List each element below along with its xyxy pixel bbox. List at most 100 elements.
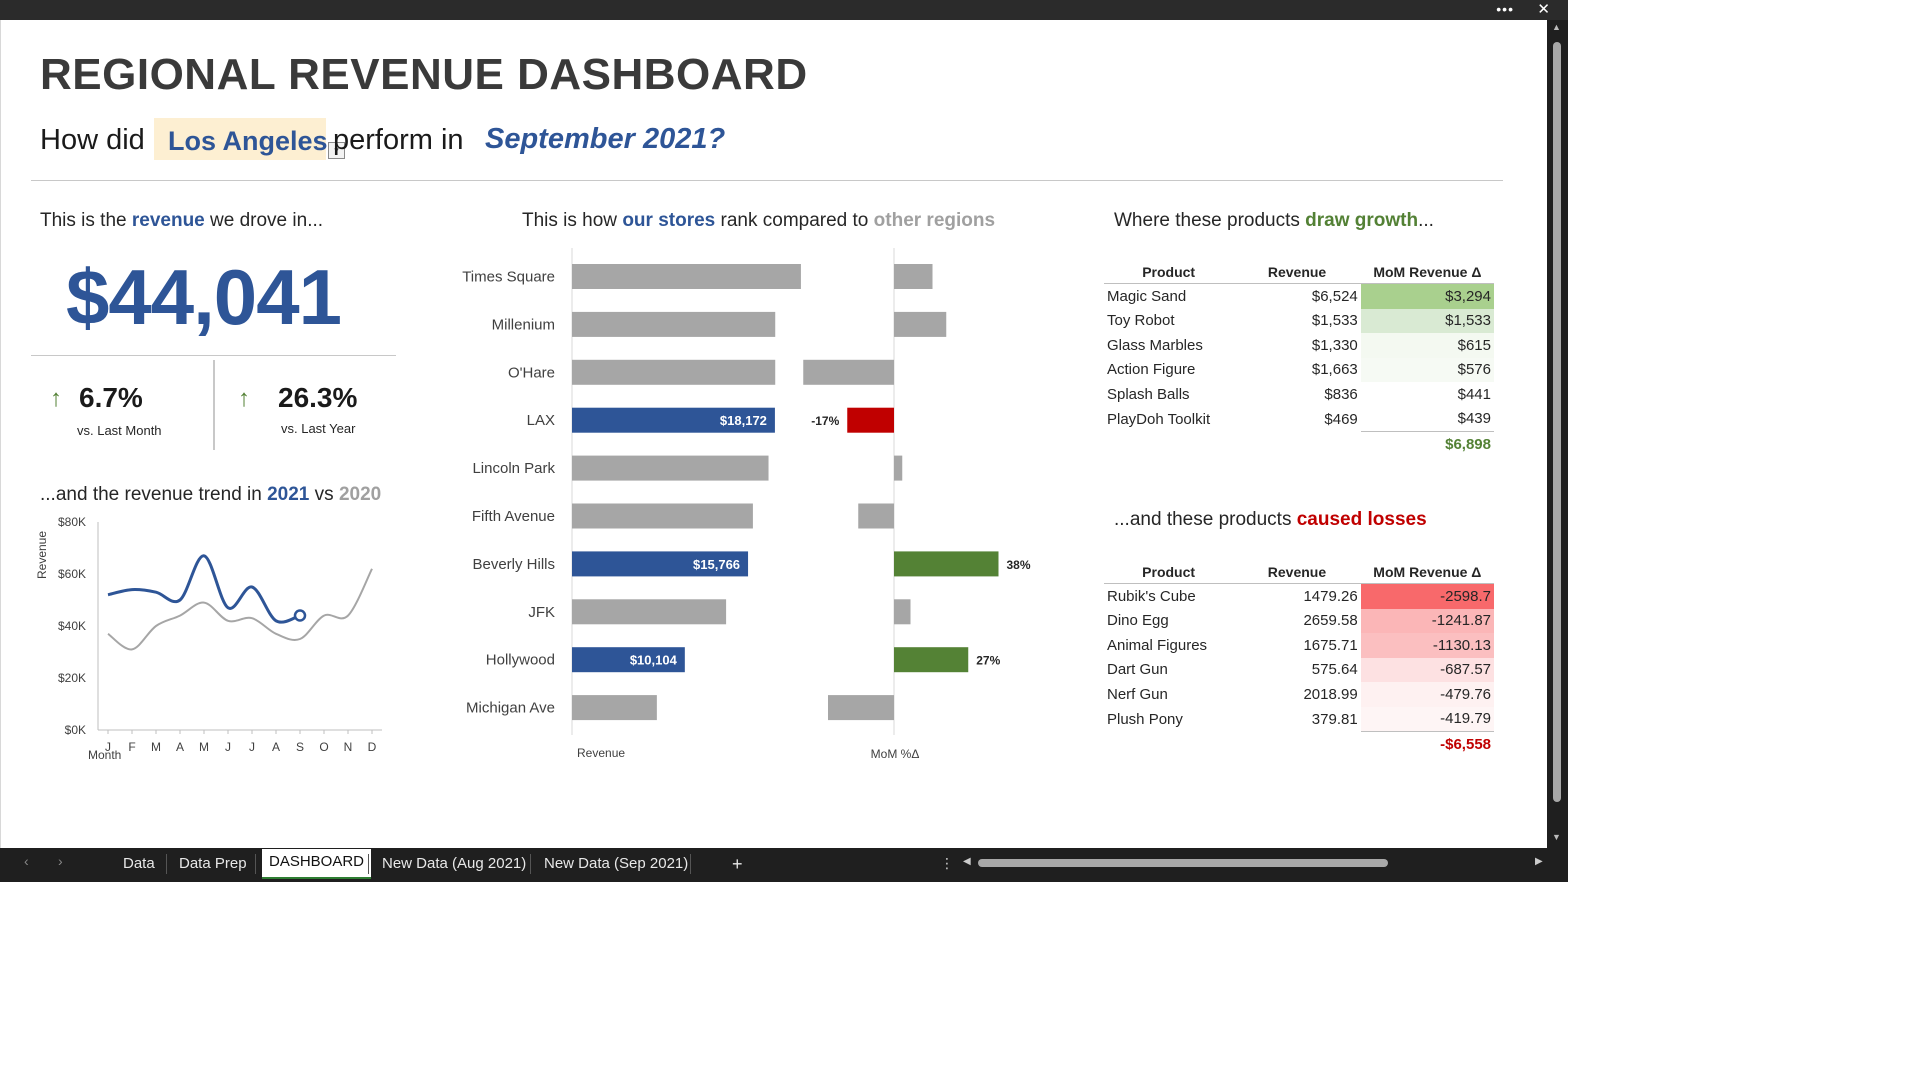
mom-bar	[803, 359, 894, 385]
cell-product: Action Figure	[1107, 361, 1196, 379]
x-tick-label: D	[368, 740, 377, 754]
more-options-icon[interactable]: •••	[1496, 0, 1514, 18]
revenue-axis-title: Revenue	[577, 746, 625, 760]
column-header: Product	[1104, 261, 1234, 284]
horizontal-scroll-thumb[interactable]	[978, 859, 1388, 867]
column-header: Product	[1104, 561, 1234, 584]
column-header: MoM Revenue Δ	[1360, 261, 1494, 284]
divider	[213, 360, 215, 450]
scroll-right-icon[interactable]: ▶	[1535, 856, 1543, 867]
more-vertical-icon[interactable]: ⋮	[940, 855, 954, 872]
y-tick-label: $60K	[58, 567, 86, 581]
store-label: Fifth Avenue	[472, 508, 555, 525]
cell-delta: $576	[1360, 357, 1494, 382]
scroll-down-icon[interactable]: ▼	[1552, 832, 1561, 842]
table-row: Magic Sand $6,524 $3,294	[1104, 283, 1494, 309]
tab-new-data-sep[interactable]: New Data (Sep 2021)	[544, 848, 688, 880]
mom-bar	[894, 647, 969, 673]
cell-product: Splash Balls	[1107, 385, 1190, 403]
tab-separator	[166, 854, 167, 874]
cell-revenue: $1,533	[1311, 312, 1358, 330]
cell-revenue: $469	[1324, 410, 1358, 428]
cell-revenue: 2018.99	[1303, 685, 1358, 703]
y-tick-label: $80K	[58, 515, 86, 529]
cell-revenue: $836	[1324, 385, 1358, 403]
table-row: Animal Figures 1675.71 -1130.13	[1104, 633, 1494, 658]
mom-bar-label: -17%	[811, 414, 839, 428]
add-sheet-button[interactable]: +	[732, 848, 743, 880]
mom-bar	[847, 407, 894, 433]
revenue-trend-chart: $0K$20K$40K$60K$80KJ F M A M J J A S O N DMonthReve…	[35, 515, 382, 762]
revenue-bar	[572, 695, 657, 721]
tab-separator	[368, 854, 369, 874]
x-tick-label: O	[319, 740, 328, 754]
scroll-left-icon[interactable]: ◀	[963, 856, 971, 867]
mom-percent: 6.7%	[79, 382, 143, 413]
revenue-bar	[572, 503, 753, 529]
x-tick-label: A	[176, 740, 184, 754]
cell-product: Magic Sand	[1107, 287, 1187, 305]
losses-table: Product Revenue MoM Revenue Δ Rubik's Cu…	[1104, 561, 1494, 757]
cell-revenue: 2659.58	[1303, 612, 1358, 630]
mom-bar	[858, 503, 894, 529]
scroll-up-icon[interactable]: ▲	[1552, 22, 1561, 32]
table-row: PlayDoh Toolkit $469 $439	[1104, 406, 1494, 432]
tab-separator	[530, 854, 531, 874]
divider	[31, 355, 396, 356]
cell-product: Rubik's Cube	[1107, 587, 1196, 605]
city-value[interactable]: Los Angeles	[168, 126, 328, 157]
store-label: Lincoln Park	[472, 460, 555, 477]
scroll-thumb[interactable]	[1553, 42, 1561, 802]
stores-header: This is how our stores rank compared to …	[522, 210, 996, 231]
store-label: Hollywood	[486, 652, 555, 669]
store-label: JFK	[528, 604, 555, 621]
table-row: Glass Marbles $1,330 $615	[1104, 333, 1494, 358]
x-tick-label: M	[199, 740, 209, 754]
cell-revenue: 1675.71	[1303, 636, 1358, 654]
revenue-bar	[572, 359, 776, 385]
tab-dashboard[interactable]: DASHBOARD	[262, 849, 372, 879]
x-tick-label: A	[272, 740, 280, 754]
series-line-2021	[107, 554, 301, 624]
cell-revenue: 1479.26	[1303, 587, 1358, 605]
tab-data-prep[interactable]: Data Prep	[179, 848, 247, 880]
cell-product: PlayDoh Toolkit	[1107, 410, 1211, 428]
tab-new-data-aug[interactable]: New Data (Aug 2021)	[382, 848, 526, 880]
revenue-bar	[572, 599, 727, 625]
vertical-scrollbar[interactable]: ▲ ▼	[1547, 20, 1568, 848]
month-value: September 2021?	[485, 123, 726, 155]
mom-bar	[894, 455, 903, 481]
mom-axis-title: MoM %Δ	[871, 747, 920, 761]
x-axis-title: Month	[88, 748, 121, 762]
cell-delta: -687.57	[1360, 657, 1494, 682]
cell-product: Glass Marbles	[1107, 336, 1203, 354]
table-row: Splash Balls $836 $441	[1104, 382, 1494, 407]
series-line-2020	[107, 568, 373, 651]
cell-revenue: $6,524	[1311, 287, 1358, 305]
cell-delta: $1,533	[1360, 308, 1494, 333]
mom-bar	[828, 695, 894, 721]
chevron-right-icon[interactable]: ›	[58, 853, 63, 869]
chevron-left-icon[interactable]: ‹	[24, 853, 29, 869]
cell-delta: $439	[1360, 406, 1494, 432]
cell-revenue: 575.64	[1311, 661, 1358, 679]
cell-product: Animal Figures	[1107, 636, 1208, 654]
table-row: Dino Egg 2659.58 -1241.87	[1104, 608, 1494, 633]
cell-delta: $615	[1360, 333, 1494, 358]
store-ranking-chart: Times Square Millenium O'Hare LAX $18,172 -17…	[462, 248, 1031, 761]
table-row: Dart Gun 575.64 -687.57	[1104, 657, 1494, 682]
revenue-bar-label: $18,172	[720, 413, 767, 428]
store-label: Beverly Hills	[472, 556, 555, 573]
store-label: Times Square	[462, 269, 555, 286]
dashboard-title: REGIONAL REVENUE DASHBOARD	[40, 50, 808, 99]
mom-bar	[894, 311, 947, 337]
store-label: LAX	[527, 412, 555, 429]
revenue-bar-label: $15,766	[693, 557, 740, 572]
close-icon[interactable]: ✕	[1537, 0, 1550, 20]
tab-data[interactable]: Data	[123, 848, 155, 880]
y-axis-title: Revenue	[35, 531, 49, 579]
mom-bar-label: 38%	[1007, 558, 1031, 572]
table-row: Rubik's Cube 1479.26 -2598.7	[1104, 583, 1494, 609]
question-middle: perform in	[333, 124, 464, 156]
column-header: Revenue	[1233, 561, 1361, 584]
